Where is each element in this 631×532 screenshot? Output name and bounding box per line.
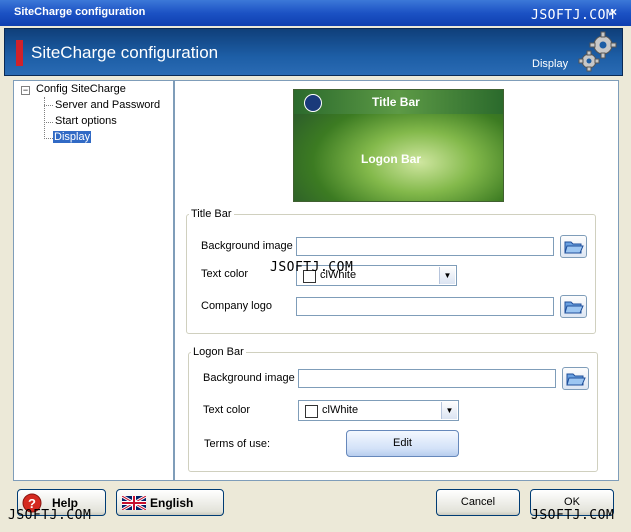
- watermark-bottom-left: JSOFTJ.COM: [8, 508, 92, 523]
- gears-icon: [578, 31, 617, 72]
- window-title-bar[interactable]: SiteCharge configuration JSOFTJ.COM ×: [0, 0, 631, 26]
- chevron-down-icon[interactable]: ▼: [441, 402, 457, 419]
- watermark-top-right: JSOFTJ.COM: [531, 8, 615, 23]
- terms-of-use-label: Terms of use:: [204, 438, 271, 450]
- collapse-icon[interactable]: −: [21, 86, 30, 95]
- close-icon[interactable]: ×: [610, 5, 617, 19]
- tree-connector: [44, 138, 53, 139]
- preview-logon-bar-label: Logon Bar: [361, 152, 421, 166]
- title-text-color-label: Text color: [201, 268, 249, 280]
- accent-bar: [16, 40, 23, 66]
- tree-connector: [44, 97, 45, 139]
- logon-bg-image-label: Background image: [203, 372, 295, 384]
- navigation-tree[interactable]: − Config SiteCharge Server and Password …: [13, 80, 174, 481]
- company-logo-label: Company logo: [201, 300, 272, 312]
- logon-text-color-select[interactable]: clWhite ▼: [298, 400, 459, 421]
- title-bg-image-label: Background image: [201, 240, 293, 252]
- uk-flag-icon: [122, 496, 146, 510]
- open-folder-icon: [566, 373, 586, 386]
- open-folder-icon: [564, 301, 584, 314]
- open-folder-icon: [564, 241, 584, 254]
- header-subtitle: Display: [532, 58, 569, 70]
- tree-item-display[interactable]: Display: [53, 131, 92, 143]
- page-header: SiteCharge configuration Display: [4, 28, 623, 76]
- title-bar-legend: Title Bar: [189, 208, 234, 220]
- chevron-down-icon[interactable]: ▼: [439, 267, 455, 284]
- header-title: SiteCharge configuration: [31, 43, 219, 62]
- language-button-label: English: [150, 496, 194, 510]
- preview-title-bar-label: Title Bar: [372, 95, 420, 109]
- app-logo-icon: [304, 94, 322, 112]
- watermark-bottom-right: JSOFTJ.COM: [531, 508, 615, 523]
- tree-item-start-options[interactable]: Start options: [55, 115, 117, 127]
- tree-item-server-password[interactable]: Server and Password: [55, 99, 160, 111]
- logon-text-color-value: clWhite: [322, 404, 359, 416]
- logon-bg-image-browse-button[interactable]: [562, 367, 589, 390]
- company-logo-browse-button[interactable]: [560, 295, 587, 318]
- company-logo-field[interactable]: [296, 297, 554, 316]
- logon-bg-image-field[interactable]: [298, 369, 556, 388]
- logon-text-color-label: Text color: [203, 404, 251, 416]
- logon-bar-legend: Logon Bar: [191, 346, 246, 358]
- title-bg-image-browse-button[interactable]: [560, 235, 587, 258]
- watermark-center: JSOFTJ.COM: [270, 260, 354, 275]
- color-swatch: [305, 405, 318, 418]
- edit-terms-button[interactable]: Edit: [346, 430, 459, 457]
- preview-image: Title Bar Logon Bar: [293, 89, 504, 202]
- tree-connector: [44, 105, 53, 106]
- tree-root-config[interactable]: Config SiteCharge: [36, 83, 126, 95]
- display-settings-panel: Title Bar Logon Bar Title Bar Background…: [174, 80, 619, 481]
- tree-connector: [44, 122, 53, 123]
- cancel-button[interactable]: Cancel: [436, 489, 520, 516]
- window-title: SiteCharge configuration: [14, 6, 146, 18]
- title-bg-image-field[interactable]: [296, 237, 554, 256]
- language-button[interactable]: English: [116, 489, 224, 516]
